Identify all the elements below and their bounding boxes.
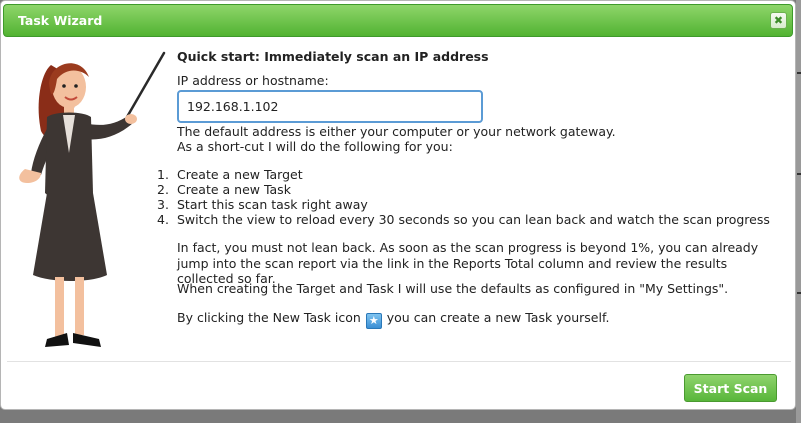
step-text: Switch the view to reload every 30 secon… [177,212,770,227]
step-number: 4. [157,212,169,227]
new-task-icon[interactable]: ★ [365,313,382,329]
task-wizard-dialog: Task Wizard ✖ Quick start: Immediately s… [0,0,796,410]
ip-field-label: IP address or hostname: [177,73,329,88]
list-item: 1. Create a new Target [157,167,770,182]
lean-back-paragraph: In fact, you must not lean back. As soon… [177,240,759,286]
background-strip [796,0,801,423]
dialog-titlebar[interactable]: Task Wizard ✖ [3,4,793,37]
close-icon[interactable]: ✖ [770,12,787,29]
background-tick [797,173,801,175]
list-item: 2. Create a new Task [157,182,770,197]
wizard-heading: Quick start: Immediately scan an IP addr… [177,49,489,64]
default-address-hint: The default address is either your compu… [177,124,616,139]
new-task-paragraph: By clicking the New Task icon ★ you can … [177,310,609,329]
presenter-woman-illustration [19,51,166,347]
new-task-text-before: By clicking the New Task icon [177,310,361,325]
defaults-paragraph: When creating the Target and Task I will… [177,281,729,296]
step-text: Create a new Target [177,167,303,182]
background-tick [797,72,801,74]
step-number: 1. [157,167,169,182]
ip-address-input[interactable] [177,90,483,123]
step-number: 3. [157,197,169,212]
list-item: 3. Start this scan task right away [157,197,770,212]
step-text: Create a new Task [177,182,291,197]
steps-list: 1. Create a new Target 2. Create a new Tas… [157,167,770,227]
step-text: Start this scan task right away [177,197,368,212]
footer-divider [7,361,791,362]
shortcut-hint: As a short-cut I will do the following f… [177,139,453,154]
dialog-title: Task Wizard [18,13,103,28]
list-item: 4. Switch the view to reload every 30 sec… [157,212,770,227]
background-tick [797,292,801,294]
new-task-text-after: you can create a new Task yourself. [386,310,610,325]
start-scan-button[interactable]: Start Scan [684,374,777,402]
step-number: 2. [157,182,169,197]
